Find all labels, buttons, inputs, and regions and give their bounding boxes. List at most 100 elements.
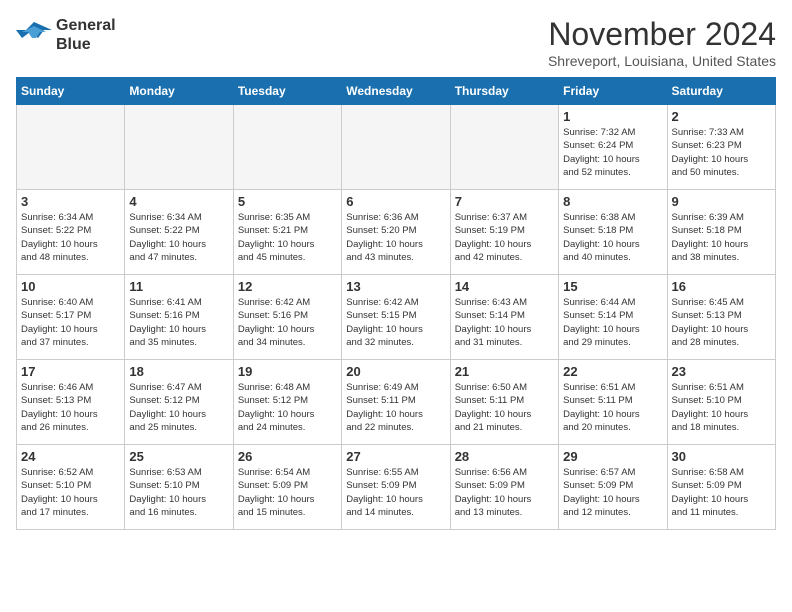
day-info: Sunrise: 6:56 AM Sunset: 5:09 PM Dayligh…: [455, 466, 554, 519]
day-info: Sunrise: 6:58 AM Sunset: 5:09 PM Dayligh…: [672, 466, 771, 519]
calendar-cell: 21 Sunrise: 6:50 AM Sunset: 5:11 PM Dayli…: [450, 360, 558, 445]
calendar-cell: 13Sunrise: 6:42 AM Sunset: 5:15 PM Dayli…: [342, 275, 450, 360]
logo: General Blue: [16, 16, 116, 54]
day-number: 14: [455, 279, 554, 294]
day-info: Sunrise: 6:51 AM Sunset: 5:11 PM Dayligh…: [563, 381, 662, 434]
day-info: Sunrise: 6:45 AM Sunset: 5:13 PM Dayligh…: [672, 296, 771, 349]
calendar-cell: 5 Sunrise: 6:35 AM Sunset: 5:21 PM Daylig…: [233, 190, 341, 275]
calendar-cell: [233, 105, 341, 190]
day-info: Sunrise: 6:37 AM Sunset: 5:19 PM Dayligh…: [455, 211, 554, 264]
calendar-cell: 25 Sunrise: 6:53 AM Sunset: 5:10 PM Dayli…: [125, 445, 233, 530]
calendar-cell: 27 Sunrise: 6:55 AM Sunset: 5:09 PM Dayli…: [342, 445, 450, 530]
calendar-table: SundayMondayTuesdayWednesdayThursdayFrid…: [16, 77, 776, 530]
day-info: Sunrise: 6:54 AM Sunset: 5:09 PM Dayligh…: [238, 466, 337, 519]
day-info: Sunrise: 6:36 AM Sunset: 5:20 PM Dayligh…: [346, 211, 445, 264]
day-number: 26: [238, 449, 337, 464]
calendar-cell: [125, 105, 233, 190]
day-number: 18: [129, 364, 228, 379]
day-number: 24: [21, 449, 120, 464]
day-number: 3: [21, 194, 120, 209]
calendar-cell: 3 Sunrise: 6:34 AM Sunset: 5:22 PM Daylig…: [17, 190, 125, 275]
calendar-cell: 18 Sunrise: 6:47 AM Sunset: 5:12 PM Dayli…: [125, 360, 233, 445]
day-number: 23: [672, 364, 771, 379]
calendar-cell: 6 Sunrise: 6:36 AM Sunset: 5:20 PM Daylig…: [342, 190, 450, 275]
calendar-cell: 10 Sunrise: 6:40 AM Sunset: 5:17 PM Dayli…: [17, 275, 125, 360]
day-number: 22: [563, 364, 662, 379]
day-info: Sunrise: 6:38 AM Sunset: 5:18 PM Dayligh…: [563, 211, 662, 264]
day-info: Sunrise: 6:34 AM Sunset: 5:22 PM Dayligh…: [129, 211, 228, 264]
header-saturday: Saturday: [667, 78, 775, 105]
calendar-cell: 8 Sunrise: 6:38 AM Sunset: 5:18 PM Daylig…: [559, 190, 667, 275]
day-info: Sunrise: 6:55 AM Sunset: 5:09 PM Dayligh…: [346, 466, 445, 519]
calendar-cell: 16 Sunrise: 6:45 AM Sunset: 5:13 PM Dayli…: [667, 275, 775, 360]
calendar-cell: 14 Sunrise: 6:43 AM Sunset: 5:14 PM Dayli…: [450, 275, 558, 360]
week-row-5: 24 Sunrise: 6:52 AM Sunset: 5:10 PM Dayli…: [17, 445, 776, 530]
day-number: 29: [563, 449, 662, 464]
subtitle: Shreveport, Louisiana, United States: [548, 53, 776, 69]
week-row-1: 1 Sunrise: 7:32 AM Sunset: 6:24 PM Daylig…: [17, 105, 776, 190]
week-row-3: 10 Sunrise: 6:40 AM Sunset: 5:17 PM Dayli…: [17, 275, 776, 360]
calendar-cell: 28 Sunrise: 6:56 AM Sunset: 5:09 PM Dayli…: [450, 445, 558, 530]
calendar-cell: 2 Sunrise: 7:33 AM Sunset: 6:23 PM Daylig…: [667, 105, 775, 190]
day-info: Sunrise: 6:52 AM Sunset: 5:10 PM Dayligh…: [21, 466, 120, 519]
calendar-cell: 1 Sunrise: 7:32 AM Sunset: 6:24 PM Daylig…: [559, 105, 667, 190]
calendar-cell: [450, 105, 558, 190]
day-info: Sunrise: 6:51 AM Sunset: 5:10 PM Dayligh…: [672, 381, 771, 434]
calendar-cell: 22 Sunrise: 6:51 AM Sunset: 5:11 PM Dayli…: [559, 360, 667, 445]
day-number: 27: [346, 449, 445, 464]
header-friday: Friday: [559, 78, 667, 105]
day-info: Sunrise: 6:50 AM Sunset: 5:11 PM Dayligh…: [455, 381, 554, 434]
day-number: 16: [672, 279, 771, 294]
logo-icon: [16, 20, 52, 50]
header-wednesday: Wednesday: [342, 78, 450, 105]
day-info: Sunrise: 6:40 AM Sunset: 5:17 PM Dayligh…: [21, 296, 120, 349]
day-number: 25: [129, 449, 228, 464]
header-monday: Monday: [125, 78, 233, 105]
day-number: 19: [238, 364, 337, 379]
calendar-cell: 4Sunrise: 6:34 AM Sunset: 5:22 PM Daylig…: [125, 190, 233, 275]
calendar-cell: [342, 105, 450, 190]
calendar-cell: 30 Sunrise: 6:58 AM Sunset: 5:09 PM Dayli…: [667, 445, 775, 530]
month-title: November 2024: [548, 16, 776, 53]
day-info: Sunrise: 6:43 AM Sunset: 5:14 PM Dayligh…: [455, 296, 554, 349]
day-number: 12: [238, 279, 337, 294]
day-info: Sunrise: 6:34 AM Sunset: 5:22 PM Dayligh…: [21, 211, 120, 264]
day-info: Sunrise: 6:35 AM Sunset: 5:21 PM Dayligh…: [238, 211, 337, 264]
day-number: 1: [563, 109, 662, 124]
day-number: 2: [672, 109, 771, 124]
calendar-cell: 17 Sunrise: 6:46 AM Sunset: 5:13 PM Dayli…: [17, 360, 125, 445]
day-number: 11: [129, 279, 228, 294]
day-number: 8: [563, 194, 662, 209]
day-number: 13: [346, 279, 445, 294]
calendar-cell: 26 Sunrise: 6:54 AM Sunset: 5:09 PM Dayli…: [233, 445, 341, 530]
day-info: Sunrise: 6:49 AM Sunset: 5:11 PM Dayligh…: [346, 381, 445, 434]
day-number: 28: [455, 449, 554, 464]
day-number: 5: [238, 194, 337, 209]
day-number: 30: [672, 449, 771, 464]
day-number: 10: [21, 279, 120, 294]
day-number: 21: [455, 364, 554, 379]
day-info: Sunrise: 6:47 AM Sunset: 5:12 PM Dayligh…: [129, 381, 228, 434]
calendar-cell: 9Sunrise: 6:39 AM Sunset: 5:18 PM Daylig…: [667, 190, 775, 275]
header-tuesday: Tuesday: [233, 78, 341, 105]
calendar-cell: 24 Sunrise: 6:52 AM Sunset: 5:10 PM Dayli…: [17, 445, 125, 530]
day-number: 15: [563, 279, 662, 294]
calendar-cell: 7Sunrise: 6:37 AM Sunset: 5:19 PM Daylig…: [450, 190, 558, 275]
day-info: Sunrise: 6:53 AM Sunset: 5:10 PM Dayligh…: [129, 466, 228, 519]
header-row: SundayMondayTuesdayWednesdayThursdayFrid…: [17, 78, 776, 105]
day-info: Sunrise: 6:46 AM Sunset: 5:13 PM Dayligh…: [21, 381, 120, 434]
calendar-cell: 15 Sunrise: 6:44 AM Sunset: 5:14 PM Dayli…: [559, 275, 667, 360]
week-row-2: 3 Sunrise: 6:34 AM Sunset: 5:22 PM Daylig…: [17, 190, 776, 275]
day-info: Sunrise: 7:32 AM Sunset: 6:24 PM Dayligh…: [563, 126, 662, 179]
title-block: November 2024 Shreveport, Louisiana, Uni…: [548, 16, 776, 69]
day-number: 20: [346, 364, 445, 379]
calendar-cell: 29 Sunrise: 6:57 AM Sunset: 5:09 PM Dayli…: [559, 445, 667, 530]
calendar-cell: 12Sunrise: 6:42 AM Sunset: 5:16 PM Dayli…: [233, 275, 341, 360]
day-info: Sunrise: 7:33 AM Sunset: 6:23 PM Dayligh…: [672, 126, 771, 179]
header-thursday: Thursday: [450, 78, 558, 105]
day-info: Sunrise: 6:44 AM Sunset: 5:14 PM Dayligh…: [563, 296, 662, 349]
day-number: 17: [21, 364, 120, 379]
day-info: Sunrise: 6:57 AM Sunset: 5:09 PM Dayligh…: [563, 466, 662, 519]
day-number: 6: [346, 194, 445, 209]
logo-text: General Blue: [56, 16, 116, 54]
